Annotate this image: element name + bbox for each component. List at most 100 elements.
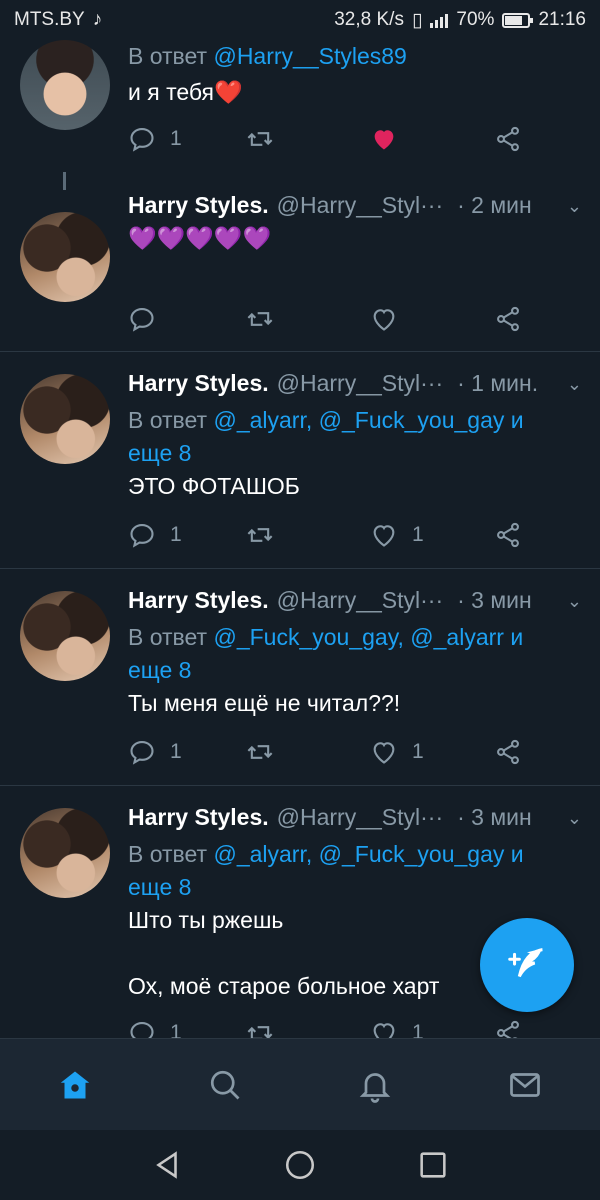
chevron-down-icon[interactable]: ⌄ — [567, 196, 582, 217]
search-icon — [210, 1070, 240, 1100]
tab-notifications[interactable] — [355, 1065, 395, 1105]
tweet-text: ЭТО ФОТАШОБ — [128, 473, 300, 499]
reply-count: 1 — [170, 523, 182, 546]
tweet-actions: 1 1 — [128, 518, 538, 552]
share-icon — [497, 306, 519, 332]
reply-count: 1 — [170, 740, 182, 763]
username[interactable]: @Harry__Styl··· — [277, 192, 443, 219]
tab-home[interactable] — [55, 1065, 95, 1105]
clock: 21:16 — [538, 9, 586, 30]
tweet-actions: 1 1 — [128, 1016, 538, 1038]
reply-button[interactable]: 1 — [128, 122, 182, 156]
timestamp: · 1 мин. — [457, 370, 539, 396]
retweet-icon — [247, 132, 273, 146]
chevron-down-icon[interactable]: ⌄ — [567, 374, 582, 395]
mention-link[interactable]: @Harry__Styles89 — [213, 43, 406, 69]
chevron-down-icon[interactable]: ⌄ — [567, 808, 582, 829]
like-count: 1 — [412, 740, 424, 763]
chevron-down-icon[interactable]: ⌄ — [567, 591, 582, 612]
reply-button[interactable]: 1 — [128, 735, 182, 769]
heart-icon — [373, 1023, 395, 1038]
reply-to-line: В ответ @_alyarr, @_Fuck_you_gay и еще 8 — [128, 841, 524, 900]
like-count: 1 — [412, 523, 424, 546]
tweet[interactable]: Harry Styles. @Harry__Styl··· · 1 мин. ⌄… — [0, 352, 600, 569]
username[interactable]: @Harry__Styl··· — [277, 804, 443, 831]
retweet-button[interactable] — [246, 735, 274, 769]
avatar[interactable] — [20, 374, 110, 464]
share-button[interactable] — [494, 518, 522, 552]
back-icon[interactable] — [150, 1148, 184, 1182]
retweet-button[interactable] — [246, 518, 274, 552]
reply-button[interactable]: 1 — [128, 518, 182, 552]
avatar[interactable] — [20, 40, 110, 130]
heart-icon — [373, 742, 395, 764]
share-button[interactable] — [494, 122, 522, 156]
reply-button[interactable] — [128, 302, 156, 336]
timestamp: · 3 мин — [457, 804, 532, 830]
heart-icon — [374, 130, 394, 150]
battery-percent: 70% — [456, 9, 495, 30]
username[interactable]: @Harry__Styl··· — [277, 587, 443, 614]
heart-icon — [373, 309, 395, 331]
like-button[interactable]: 1 — [370, 1016, 424, 1038]
retweet-icon — [247, 1026, 273, 1038]
share-button[interactable] — [494, 302, 522, 336]
tweet-header: Harry Styles. @Harry__Styl··· · 3 мин — [128, 804, 582, 831]
tweet-text: 💜💜💜💜💜 — [128, 225, 272, 251]
tweet[interactable]: В ответ @Harry__Styles89 и я тебя❤️ 1 — [0, 40, 600, 172]
reply-icon — [130, 524, 154, 548]
like-button[interactable] — [370, 122, 398, 156]
timestamp: · 3 мин — [457, 587, 532, 613]
reply-count: 1 — [170, 1021, 182, 1038]
share-icon — [497, 739, 519, 765]
tweet-header: Harry Styles. @Harry__Styl··· · 1 мин. — [128, 370, 582, 397]
tab-messages[interactable] — [505, 1065, 545, 1105]
reply-to-line: В ответ @_alyarr, @_Fuck_you_gay и еще 8 — [128, 407, 524, 466]
username[interactable]: @Harry__Styl··· — [277, 370, 443, 397]
tweet-actions: 1 1 — [128, 735, 538, 769]
avatar[interactable] — [20, 212, 110, 302]
like-button[interactable] — [370, 302, 398, 336]
network-speed: 32,8 K/s — [334, 9, 404, 30]
display-name[interactable]: Harry Styles. — [128, 370, 269, 397]
avatar[interactable] — [20, 808, 110, 898]
share-icon — [497, 522, 519, 548]
share-icon — [497, 126, 519, 152]
status-bar: MTS.BY ♪ 32,8 K/s ▯ 70% 21:16 — [0, 0, 600, 40]
display-name[interactable]: Harry Styles. — [128, 192, 269, 219]
bottom-tab-bar — [0, 1038, 600, 1130]
recents-icon[interactable] — [416, 1148, 450, 1182]
timestamp: · 2 мин — [457, 192, 532, 218]
music-note-icon: ♪ — [92, 9, 103, 30]
tweet[interactable]: Harry Styles. @Harry__Styl··· · 2 мин ⌄ … — [0, 172, 600, 352]
like-count: 1 — [412, 1021, 424, 1038]
reply-icon — [130, 1022, 154, 1038]
heart-icon — [373, 525, 395, 547]
retweet-button[interactable] — [246, 122, 274, 156]
reply-to-line: В ответ @Harry__Styles89 — [128, 43, 407, 69]
battery-icon — [502, 12, 534, 28]
avatar[interactable] — [20, 591, 110, 681]
tweet-text: и я тебя❤️ — [128, 79, 243, 105]
display-name[interactable]: Harry Styles. — [128, 804, 269, 831]
retweet-icon — [247, 528, 273, 542]
tweet-header: Harry Styles. @Harry__Styl··· · 3 мин — [128, 587, 582, 614]
like-button[interactable]: 1 — [370, 518, 424, 552]
home-button-icon[interactable] — [283, 1148, 317, 1182]
compose-tweet-icon — [508, 948, 543, 978]
display-name[interactable]: Harry Styles. — [128, 587, 269, 614]
tweet-actions — [128, 302, 538, 336]
like-button[interactable]: 1 — [370, 735, 424, 769]
share-button[interactable] — [494, 1016, 522, 1038]
compose-tweet-button[interactable] — [480, 918, 574, 1012]
tweet[interactable]: Harry Styles. @Harry__Styl··· · 3 мин ⌄ … — [0, 569, 600, 786]
system-nav-bar — [0, 1130, 600, 1200]
retweet-button[interactable] — [246, 302, 274, 336]
reply-icon — [130, 128, 154, 152]
reply-count: 1 — [170, 127, 182, 150]
share-button[interactable] — [494, 735, 522, 769]
reply-button[interactable]: 1 — [128, 1016, 182, 1038]
retweet-button[interactable] — [246, 1016, 274, 1038]
tab-search[interactable] — [205, 1065, 245, 1105]
reply-icon — [130, 741, 154, 765]
